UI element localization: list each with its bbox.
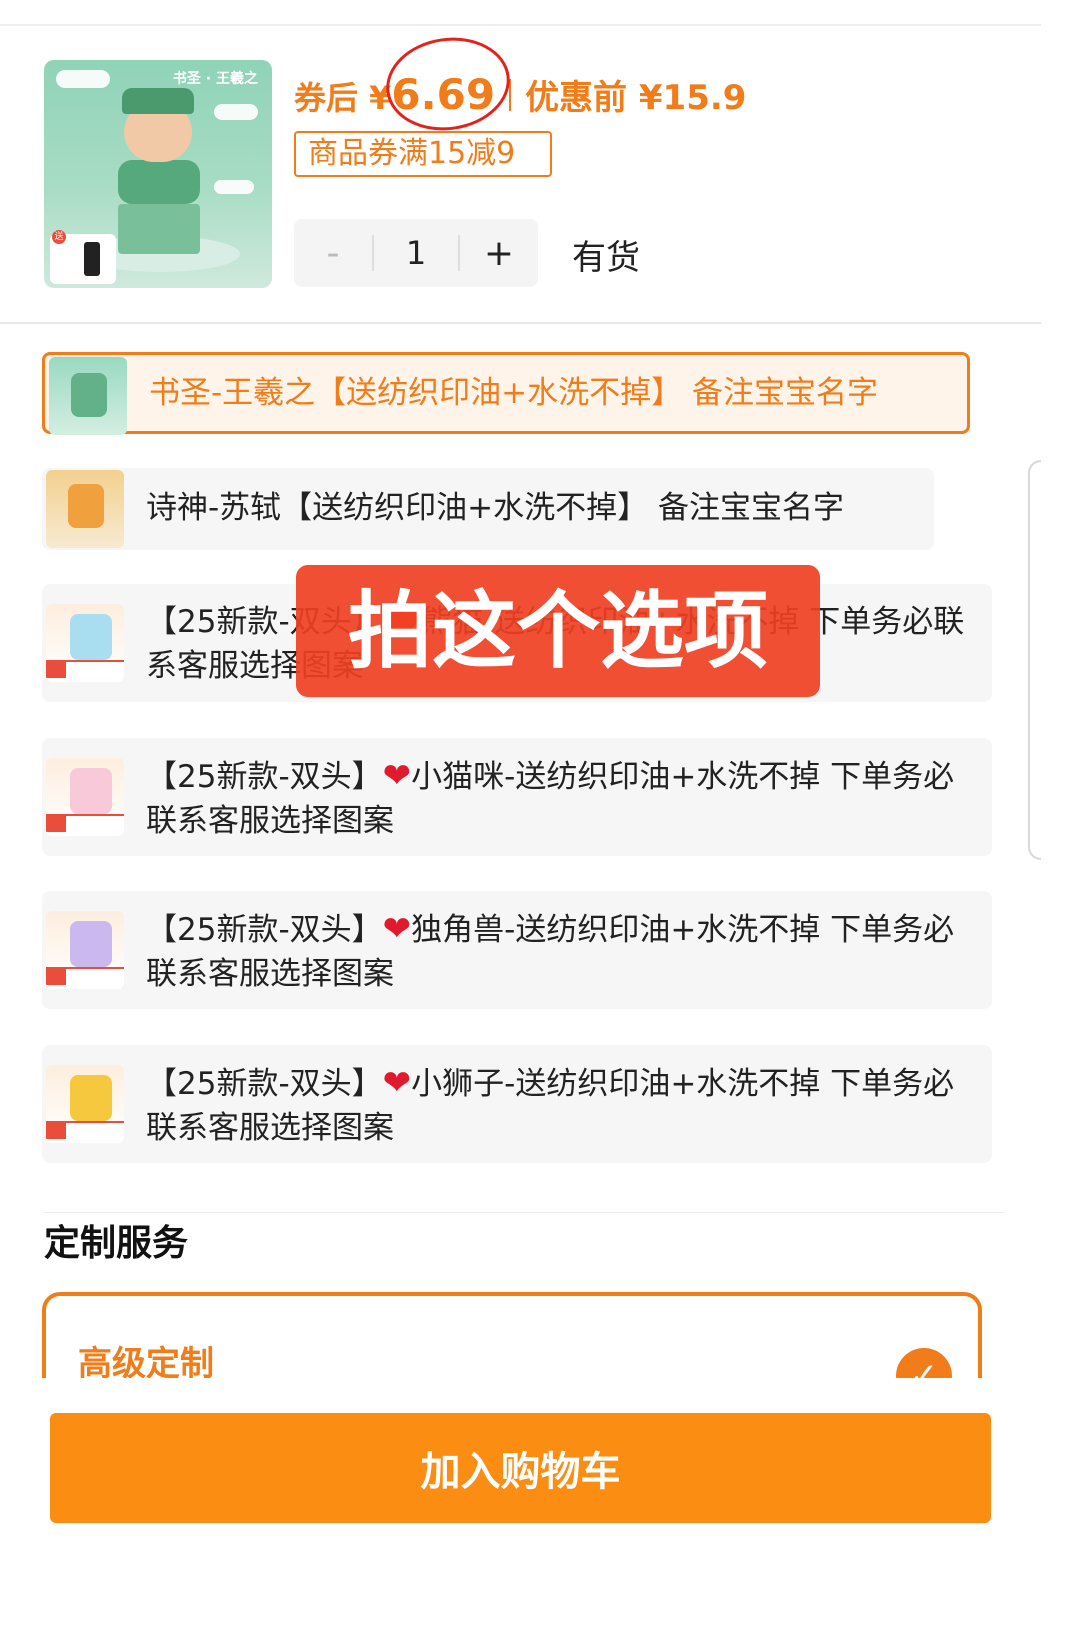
top-divider bbox=[0, 24, 1041, 26]
option-label: 诗神-苏轼【送纺织印油+水洗不掉】 备注宝宝名字 bbox=[146, 490, 845, 526]
sku-option-sushi[interactable]: 诗神-苏轼【送纺织印油+水洗不掉】 备注宝宝名字 bbox=[42, 468, 934, 550]
quantity-value[interactable]: 1 bbox=[374, 234, 458, 272]
price-prefix: 券后 ¥ bbox=[294, 79, 392, 117]
sku-option-unicorn[interactable]: 【25新款-双头】❤独角兽-送纺织印油+水洗不掉 下单务必联系客服选择图案 bbox=[42, 891, 992, 1009]
sku-option-kitten[interactable]: 【25新款-双头】❤小猫咪-送纺织印油+水洗不掉 下单务必联系客服选择图案 bbox=[42, 738, 992, 856]
scroll-indicator bbox=[1028, 460, 1041, 860]
custom-service-title: 定制服务 bbox=[44, 1223, 189, 1264]
price-row: 券后 ¥ 6.69 优惠前 ¥15.9 bbox=[294, 70, 746, 120]
quantity-stepper: - 1 + bbox=[294, 219, 538, 287]
price-circle-annotation bbox=[380, 29, 516, 139]
option-label: 【25新款-双头】❤独角兽-送纺织印油+水洗不掉 下单务必联系客服选择图案 bbox=[146, 907, 968, 996]
increase-button[interactable]: + bbox=[460, 233, 538, 274]
original-price: 优惠前 ¥15.9 bbox=[525, 78, 747, 118]
coupon-badge: 商品券满15减9 bbox=[294, 131, 552, 177]
heart-icon: ❤ bbox=[382, 909, 412, 949]
option-thumbnail bbox=[46, 470, 124, 548]
product-thumbnail: 书圣 · 王羲之 送 bbox=[44, 60, 272, 288]
option-thumbnail bbox=[46, 758, 124, 836]
sku-option-lion[interactable]: 【25新款-双头】❤小狮子-送纺织印油+水洗不掉 下单务必联系客服选择图案 bbox=[42, 1045, 992, 1163]
option-prefix: 【25新款-双头】 bbox=[146, 1066, 383, 1102]
heart-icon: ❤ bbox=[382, 1063, 412, 1103]
option-thumbnail bbox=[46, 911, 124, 989]
option-thumbnail bbox=[46, 604, 124, 682]
option-thumbnail bbox=[49, 357, 127, 435]
heart-icon: ❤ bbox=[382, 756, 412, 796]
add-to-cart-button[interactable]: 加入购物车 bbox=[50, 1413, 991, 1523]
section-divider bbox=[0, 322, 1041, 324]
option-label: 【25新款-双头】❤小猫咪-送纺织印油+水洗不掉 下单务必联系客服选择图案 bbox=[146, 754, 968, 843]
option-prefix: 【25新款-双头】 bbox=[146, 759, 383, 795]
sku-option-wangxizhi[interactable]: 书圣-王羲之【送纺织印油+水洗不掉】 备注宝宝名字 bbox=[42, 352, 970, 435]
annotation-banner: 拍这个选项 bbox=[296, 565, 820, 697]
decrease-button[interactable]: - bbox=[294, 233, 372, 274]
stock-status: 有货 bbox=[572, 238, 640, 278]
option-label: 【25新款-双头】❤小狮子-送纺织印油+水洗不掉 下单务必联系客服选择图案 bbox=[146, 1061, 968, 1150]
gift-tag: 送 bbox=[52, 230, 66, 244]
thumbnail-title: 书圣 · 王羲之 bbox=[172, 71, 258, 87]
option-thumbnail bbox=[46, 1065, 124, 1143]
option-prefix: 【25新款-双头】 bbox=[146, 912, 383, 948]
section-divider bbox=[44, 1212, 1004, 1213]
option-label: 书圣-王羲之【送纺织印油+水洗不掉】 备注宝宝名字 bbox=[149, 375, 879, 411]
